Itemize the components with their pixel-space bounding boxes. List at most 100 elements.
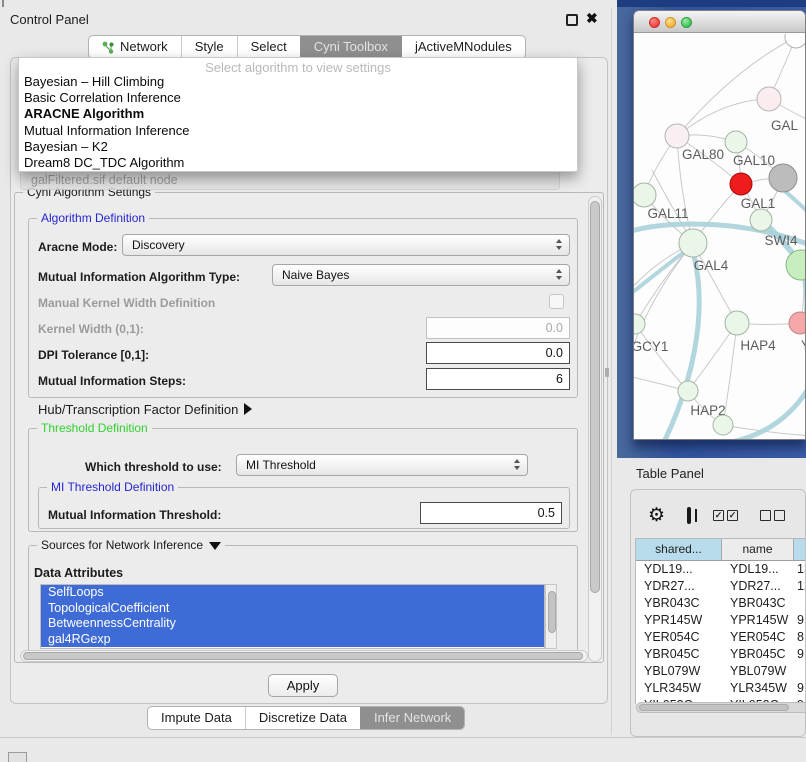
tab-cyni-toolbox[interactable]: Cyni Toolbox [300, 36, 401, 58]
checkbox-unchecked-pair-icon[interactable] [760, 510, 785, 521]
node-table: shared...nameA YDL19...YDL19...13YDR27..… [635, 538, 806, 704]
attributes-scrollbar[interactable] [545, 584, 557, 649]
algorithm-option[interactable]: Dream8 DC_TDC Algorithm [19, 155, 577, 171]
settings-horizontal-scrollbar[interactable] [20, 650, 588, 662]
aracne-mode-combo[interactable]: Discovery [122, 234, 570, 256]
kernel-width-field: 0.0 [426, 317, 570, 339]
algorithm-definition-title: Algorithm Definition [37, 211, 149, 225]
status-divider [0, 737, 806, 738]
table-cell [794, 663, 806, 680]
close-traffic-icon[interactable] [649, 17, 660, 28]
network-edge-thick[interactable] [786, 192, 805, 216]
table-row[interactable]: YDR27...YDR27...12 [636, 578, 806, 595]
table-source-combo[interactable]: galFiltered.sif default node [20, 170, 560, 190]
settings-vertical-scrollbar[interactable] [588, 196, 602, 662]
column-header[interactable]: A [794, 539, 806, 560]
network-node[interactable] [769, 164, 797, 192]
network-canvas[interactable]: GALGAL80GAL10GAL1GAL11SWI4GAL4GCY1HAP4YH… [634, 34, 805, 439]
attributes-scrollbar-thumb[interactable] [548, 591, 556, 633]
table-row[interactable]: YER054CYER054C8. [636, 629, 806, 646]
settings-vertical-thumb[interactable] [590, 201, 600, 593]
bottom-toolbar-button[interactable] [8, 752, 27, 762]
node-label: GAL1 [741, 196, 776, 211]
table-row[interactable]: YPR145WYPR145W9. [636, 612, 806, 629]
mi-steps-field[interactable]: 6 [426, 368, 570, 390]
network-node-gal1[interactable] [730, 173, 752, 195]
gear-icon[interactable]: ⚙ [648, 504, 665, 527]
which-threshold-combo[interactable]: MI Threshold [236, 454, 528, 476]
float-window-icon[interactable] [566, 14, 578, 26]
apply-button[interactable]: Apply [268, 674, 338, 697]
manual-kernel-width-checkbox[interactable] [549, 294, 564, 309]
column-header[interactable]: shared... [636, 539, 722, 560]
network-node-y[interactable] [789, 312, 805, 334]
network-node[interactable] [786, 250, 805, 280]
table-row[interactable]: YBR043CYBR043C [636, 595, 806, 612]
minimize-traffic-icon[interactable] [665, 17, 676, 28]
algorithm-option[interactable]: Bayesian – K2 [19, 139, 577, 155]
tab-network[interactable]: Network [89, 36, 181, 58]
network-node-hap4[interactable] [725, 311, 749, 335]
network-node-swi4[interactable] [750, 209, 772, 231]
network-edge[interactable] [635, 324, 688, 391]
table-cell: 9. [794, 646, 806, 663]
table-header-row: shared...nameA [636, 539, 806, 561]
network-node-gcy1[interactable] [634, 314, 645, 334]
split-panel-icon[interactable] [687, 507, 691, 524]
tab-infer-network[interactable]: Infer Network [360, 707, 464, 729]
attribute-item[interactable]: SelfLoops [41, 585, 544, 601]
table-cell: YDR27... [722, 578, 794, 595]
attribute-item[interactable]: TopologicalCoefficient [41, 601, 544, 617]
algorithm-option[interactable]: ARACNE Algorithm [19, 106, 577, 122]
table-horizontal-thumb[interactable] [639, 704, 789, 711]
network-node-gal[interactable] [757, 87, 781, 111]
node-label: GAL4 [694, 258, 729, 273]
network-node-gal4[interactable] [679, 229, 707, 257]
network-node-gal11[interactable] [634, 183, 656, 207]
table-cell: YBR045C [636, 646, 722, 663]
column-header[interactable]: name [722, 539, 794, 560]
node-label: GAL11 [647, 206, 688, 221]
table-cell: 12 [794, 578, 806, 595]
mi-threshold-field[interactable]: 0.5 [420, 502, 562, 524]
hub-definition-toggle[interactable]: Hub/Transcription Factor Definition [38, 402, 252, 417]
network-window-titlebar[interactable] [634, 11, 805, 33]
network-node-hap2[interactable] [678, 381, 698, 401]
mi-algorithm-type-combo[interactable]: Naive Bayes [272, 264, 570, 286]
close-icon[interactable]: ✖ [586, 10, 598, 27]
mi-threshold-label: Mutual Information Threshold: [48, 508, 221, 522]
table-cell: 9. [794, 680, 806, 697]
table-toolbar: ⚙ ✓✓ [635, 500, 806, 530]
tab-style[interactable]: Style [181, 36, 237, 58]
table-row[interactable]: YLR345WYLR345W9. [636, 680, 806, 697]
table-row[interactable]: YDL19...YDL19...13 [636, 561, 806, 578]
network-edge-thick[interactable] [732, 382, 805, 439]
algorithm-option[interactable]: Basic Correlation Inference [19, 90, 577, 106]
table-cell: YLR345W [636, 680, 722, 697]
attribute-item[interactable]: BetweennessCentrality [41, 616, 544, 632]
network-node-gal10[interactable] [725, 131, 747, 153]
algorithm-option[interactable]: Bayesian – Hill Climbing [19, 74, 577, 90]
dpi-tolerance-label: DPI Tolerance [0,1]: [38, 348, 149, 362]
table-row[interactable]: YBL079WYBL079W [636, 663, 806, 680]
attribute-item[interactable]: gal4RGexp [41, 632, 544, 648]
algorithm-option[interactable]: Mutual Information Inference [19, 123, 577, 139]
network-node[interactable] [785, 34, 805, 48]
table-horizontal-scrollbar[interactable] [636, 702, 806, 713]
settings-horizontal-thumb[interactable] [23, 652, 583, 660]
table-cell: YBR045C [722, 646, 794, 663]
tab-select[interactable]: Select [237, 36, 300, 58]
tab-jactivemnodules[interactable]: jActiveMNodules [401, 36, 525, 58]
data-attributes-list[interactable]: SelfLoopsTopologicalCoefficientBetweenne… [40, 584, 545, 649]
splitter-handle[interactable] [605, 368, 609, 377]
zoom-traffic-icon[interactable] [681, 17, 692, 28]
combo-stepper-icon [514, 459, 520, 470]
checkbox-checked-pair-icon[interactable]: ✓✓ [713, 510, 738, 521]
dpi-tolerance-field[interactable]: 0.0 [426, 342, 570, 364]
network-node-gal80[interactable] [665, 124, 689, 148]
table-row[interactable]: YBR045CYBR045C9. [636, 646, 806, 663]
tab-discretize-data[interactable]: Discretize Data [245, 707, 360, 729]
network-edge[interactable] [677, 99, 769, 136]
network-node[interactable] [713, 415, 733, 435]
tab-impute-data[interactable]: Impute Data [148, 707, 245, 729]
